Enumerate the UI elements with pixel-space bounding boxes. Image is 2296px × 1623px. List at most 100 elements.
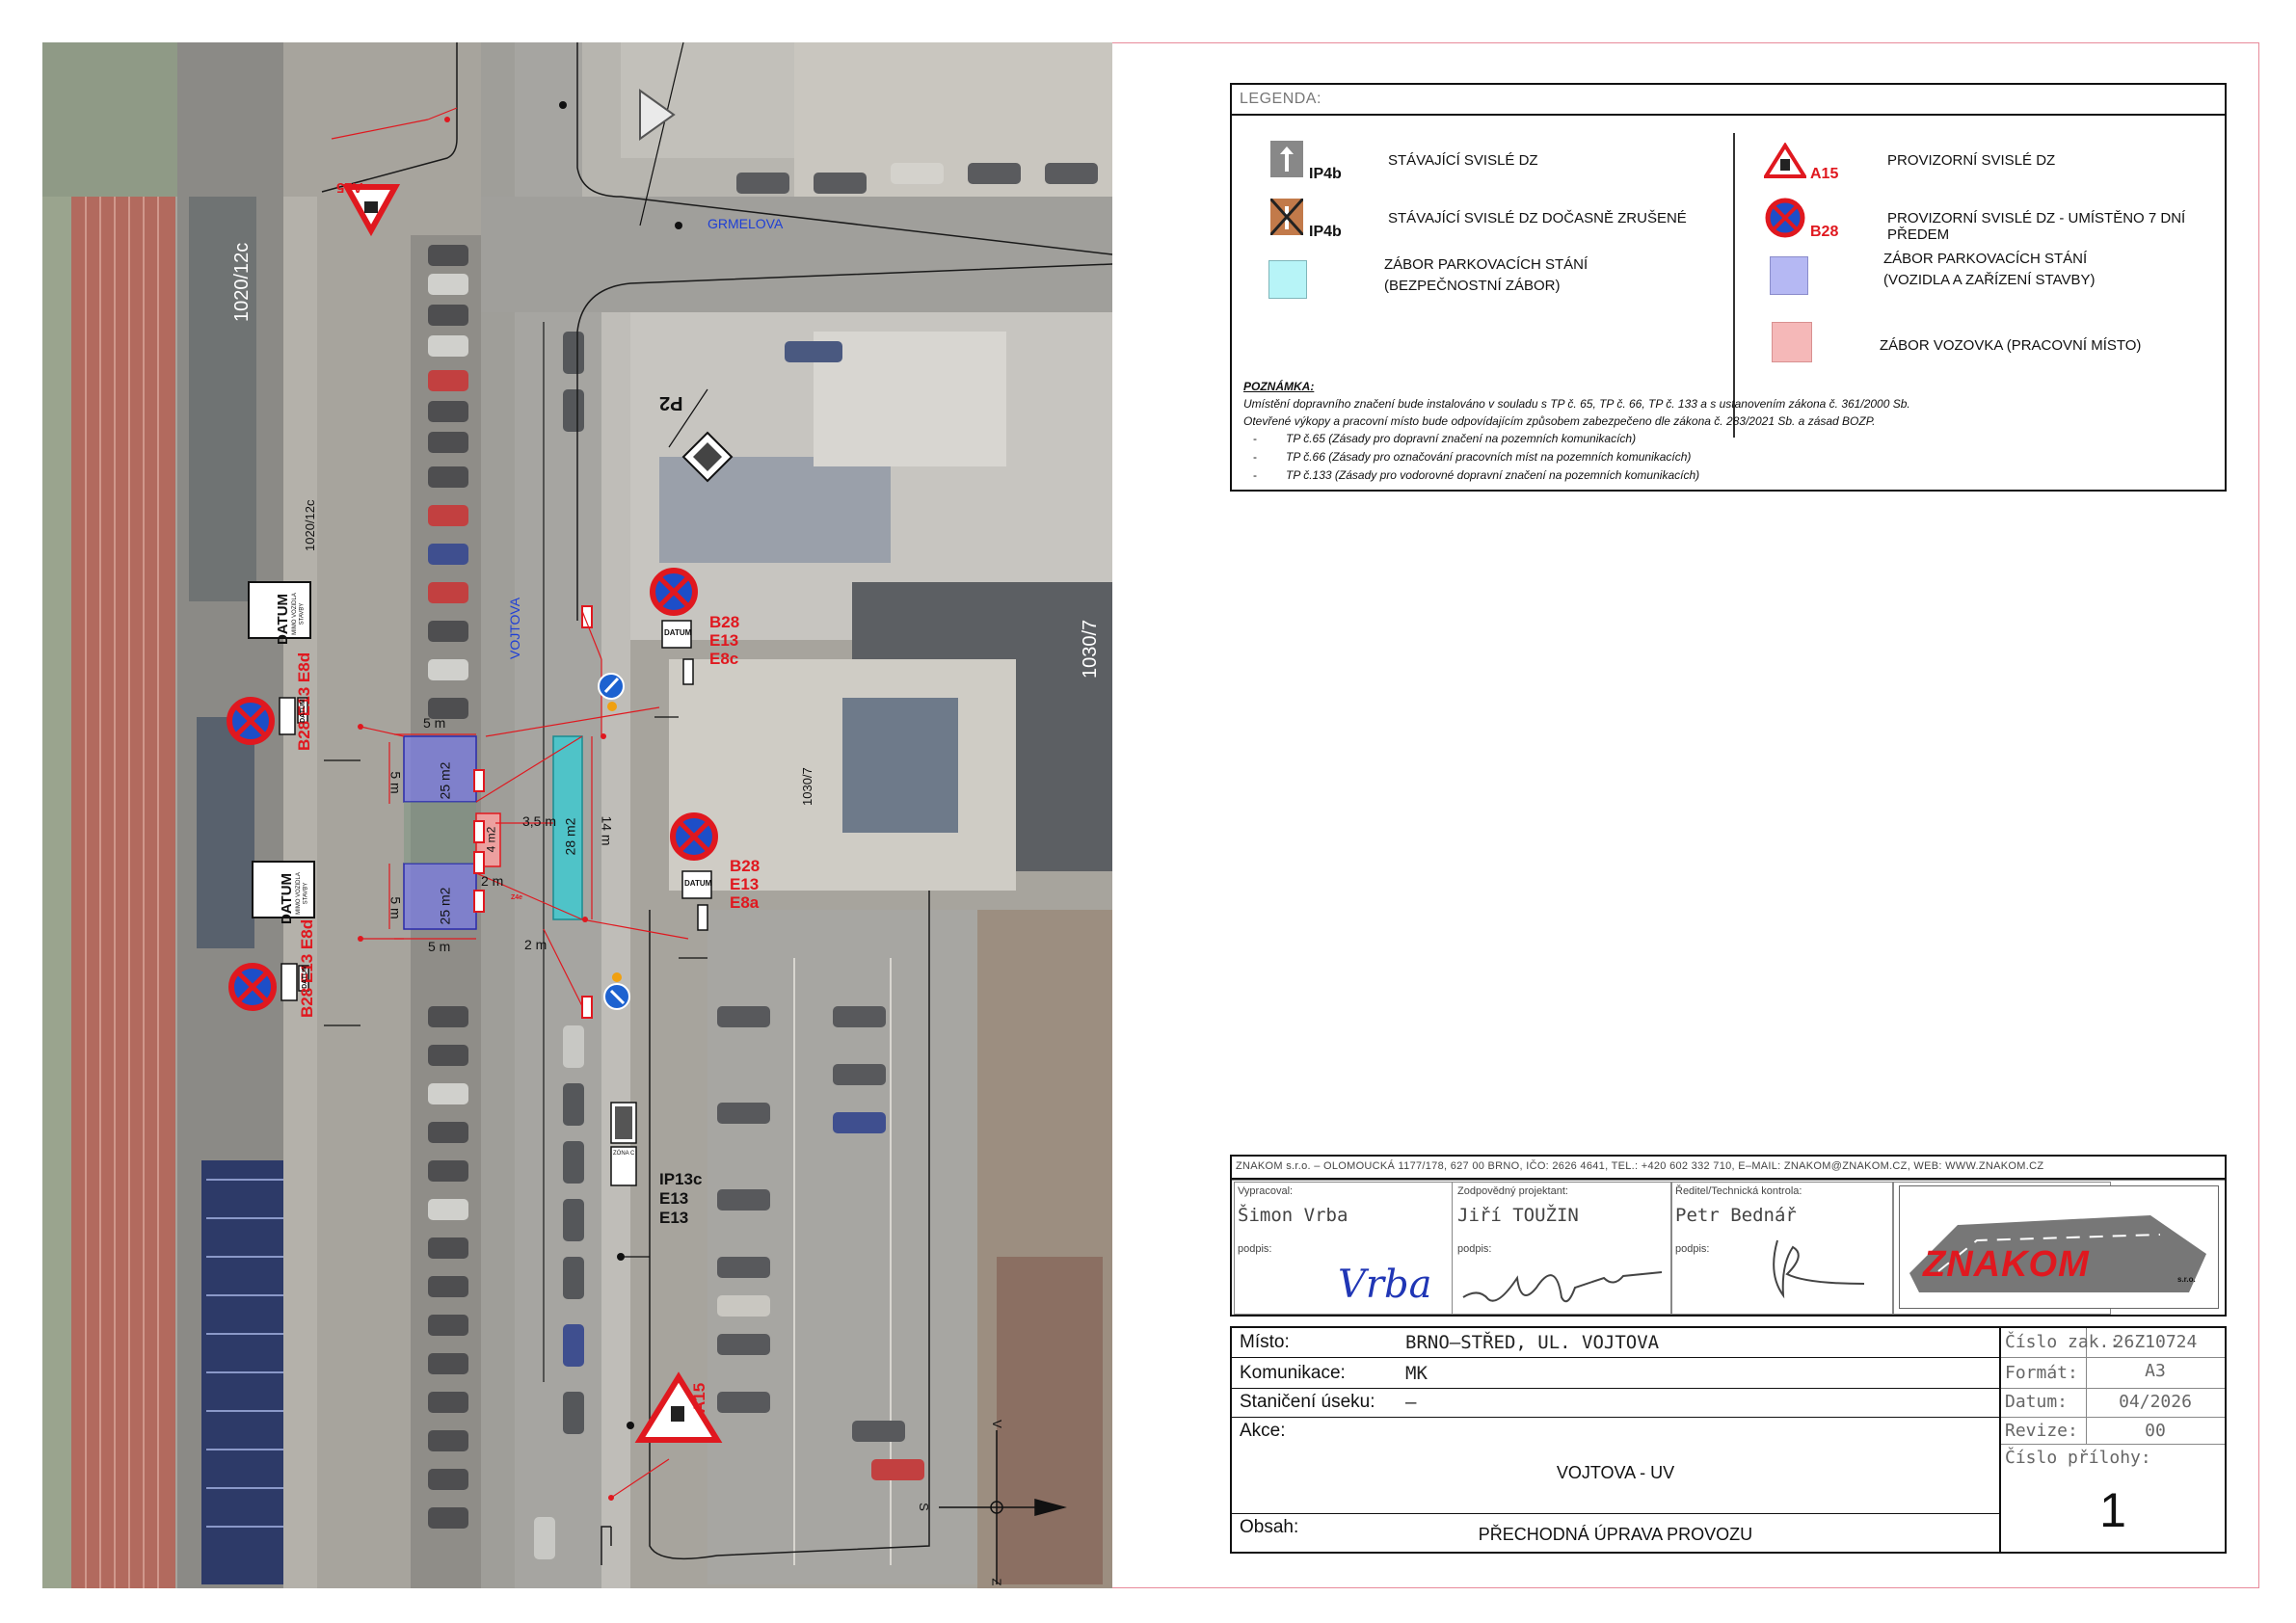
road-swatch (1772, 322, 1812, 362)
misto-label: Místo: (1240, 1332, 1290, 1352)
legend-divider (1733, 133, 1735, 438)
code-e8d: E8d (295, 652, 313, 683)
legend-security-line1: ZÁBOR PARKOVACÍCH STÁNÍ (1384, 256, 1589, 273)
area-top: 25 m2 (437, 761, 453, 800)
datum-small-4: DATUM (301, 965, 308, 989)
legend-existing-code: IP4b (1309, 166, 1342, 182)
legend-separator (1232, 114, 2225, 116)
akce-label: Akce: (1240, 1421, 1286, 1441)
map-graphics (42, 42, 1112, 1588)
dim-5m-top: 5 m (423, 715, 446, 731)
datum-board-2: DATUM (279, 872, 296, 925)
parcel-label-right: 1030/7 (1080, 619, 1101, 678)
format-label: Formát: (2005, 1363, 2078, 1383)
datum-board-1-sub2: STAVBY (299, 602, 306, 625)
note-item-2: TP č.66 (Zásady pro označování pracovníc… (1286, 450, 1692, 464)
dim-5m-left-top: 5 m (387, 771, 404, 794)
parcel-label-right-small: 1030/7 (800, 767, 814, 806)
legend-title: LEGENDA: (1240, 91, 1322, 107)
legend-security-line2: (BEZPEČNOSTNÍ ZÁBOR) (1384, 278, 1561, 294)
misto-value: BRNO–STŘED, UL. VOJTOVA (1405, 1332, 1660, 1353)
staniceni-label: Staničení úseku: (1240, 1392, 1375, 1412)
dim-5m-bottom: 5 m (428, 939, 451, 954)
datum-small-3: DATUM (299, 699, 307, 723)
col2-label: Zodpovědný projektant: (1457, 1185, 1568, 1197)
signature-vrba: Vrba (1338, 1263, 1432, 1307)
p2-code: P2 (659, 392, 683, 413)
logo-sub: s.r.o. (2177, 1275, 2196, 1284)
datum-label: Datum: (2005, 1392, 2069, 1412)
cislo-prilohy-value: 1 (2099, 1483, 2126, 1537)
note-title: POZNÁMKA: (1243, 380, 1315, 393)
col3-label: Ředitel/Technická kontrola: (1675, 1185, 1802, 1197)
legend-temp-code: A15 (1810, 166, 1839, 182)
revize-label: Revize: (2005, 1421, 2078, 1441)
code-b28: B28 (298, 987, 316, 1018)
code-e13: E13 (730, 875, 760, 893)
dim-3-5m: 3,5 m (522, 813, 557, 829)
a15-top-code: A15 (336, 179, 363, 196)
code-e13: E13 (659, 1189, 689, 1208)
legend-temp-label: PROVIZORNÍ SVISLÉ DZ (1887, 152, 2056, 169)
dim-5m-left-bottom: 5 m (387, 896, 404, 919)
code-b28: B28 (730, 857, 761, 875)
area-mid: 4 m2 (484, 826, 498, 853)
revize-value: 00 (2145, 1421, 2166, 1441)
komunikace-label: Komunikace: (1240, 1363, 1346, 1383)
cislo-prilohy-label: Číslo přílohy: (2005, 1448, 2151, 1468)
compass-s: S (916, 1503, 931, 1511)
note-item-3: TP č.133 (Zásady pro vodorovné dopravní … (1286, 468, 1700, 482)
area-teal: 28 m2 (562, 817, 578, 856)
cancelled-sign-icon (1268, 197, 1305, 237)
legend-cancelled-code: IP4b (1309, 224, 1342, 240)
street-grmelova: GRMELOVA (707, 216, 784, 231)
note-dash-1: - (1253, 432, 1257, 445)
akce-value: VOJTOVA - UV (1556, 1463, 1675, 1482)
code-b28: B28 (709, 613, 740, 631)
staniceni-value: – (1405, 1392, 1417, 1413)
parcel-label-top: 1020/12c (231, 242, 253, 322)
aerial-map: GRMELOVA VOJTOVA 1020/12c 1020/12c 1030/… (42, 42, 1112, 1588)
group-right-top: B28 E13 E8c (709, 613, 739, 668)
code-b28: B28 (295, 720, 313, 751)
komunikace-value: MK (1405, 1363, 1428, 1384)
logo-text: ZNAKOM (1923, 1244, 2090, 1285)
datum-board-1-sub1: MIMO VOZIDLA (291, 593, 298, 635)
code-e13: E13 (709, 631, 739, 650)
dim-2m-a: 2 m (481, 873, 504, 889)
legend-panel: LEGENDA: IP4b STÁVAJÍCÍ SVISLÉ DZ IP4b S… (1230, 83, 2227, 492)
note-line2: Otevřené výkopy a pracovní místo bude od… (1243, 414, 1876, 428)
legend-vehicles-line1: ZÁBOR PARKOVACÍCH STÁNÍ (1883, 251, 2088, 267)
legend-temp7-code: B28 (1810, 224, 1839, 240)
compass-v: V (989, 1420, 1004, 1428)
col1-name: Šimon Vrba (1238, 1205, 1348, 1226)
area-bottom: 25 m2 (437, 887, 453, 925)
z4e-label: Z4e (511, 894, 523, 901)
street-vojtova: VOJTOVA (507, 597, 522, 659)
group-parking: IP13c E13 E13 (659, 1170, 702, 1228)
group-right-mid: B28 E13 E8a (730, 857, 760, 912)
compass-z: Z (989, 1578, 1004, 1586)
zone-c-label: ZÓNA C (613, 1151, 635, 1157)
col3-sign-label: podpis: (1675, 1243, 1710, 1255)
code-e8c: E8c (709, 650, 739, 668)
company-header: ZNAKOM s.r.o. – OLOMOUCKÁ 1177/178, 627 … (1236, 1160, 2044, 1172)
obsah-value: PŘECHODNÁ ÚPRAVA PROVOZU (1478, 1525, 1753, 1544)
col3-name: Petr Bednář (1675, 1205, 1797, 1226)
roadwork-sign-icon (1762, 142, 1808, 184)
note-dash-3: - (1253, 468, 1257, 482)
note-line1: Umístění dopravního značení bude instalo… (1243, 397, 1910, 411)
legend-cancelled-label: STÁVAJÍCÍ SVISLÉ DZ DOČASNĚ ZRUŠENÉ (1388, 210, 1687, 226)
signature-touzin (1462, 1271, 1663, 1303)
format-value: A3 (2145, 1361, 2166, 1381)
note-item-1: TP č.65 (Zásady pro dopravní značení na … (1286, 432, 1637, 445)
col1-sign-label: podpis: (1238, 1243, 1272, 1255)
signature-bednar (1773, 1239, 1865, 1299)
legend-road-label: ZÁBOR VOZOVKA (PRACOVNÍ MÍSTO) (1880, 337, 2142, 354)
col2-name: Jiří TOUŽIN (1457, 1205, 1579, 1226)
col1-label: Vypracoval: (1238, 1185, 1294, 1197)
datum-small-2: DATUM (684, 879, 712, 888)
legend-existing-label: STÁVAJÍCÍ SVISLÉ DZ (1388, 152, 1538, 169)
code-e8a: E8a (730, 893, 760, 912)
legend-vehicles-line2: (VOZIDLA A ZAŘÍZENÍ STAVBY) (1883, 272, 2096, 288)
